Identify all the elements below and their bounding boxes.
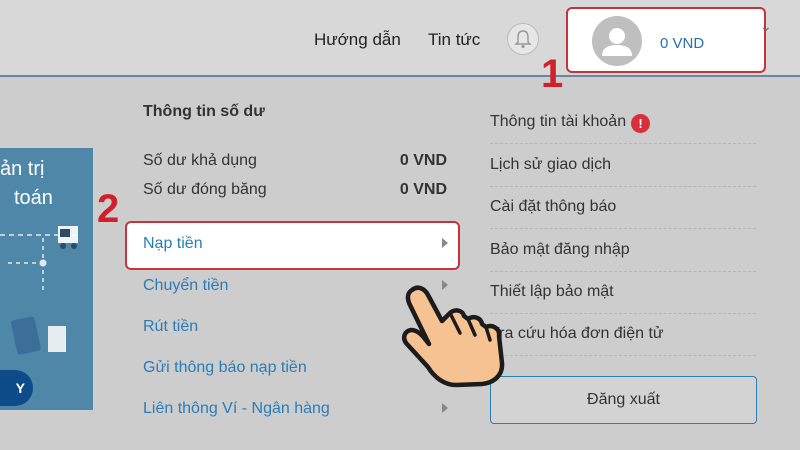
menu-item-label: Chuyển tiền bbox=[143, 277, 229, 294]
menu-item-wallet-bank-link[interactable]: Liên thông Ví - Ngân hàng bbox=[143, 400, 448, 418]
menu-item-label: Rút tiền bbox=[143, 318, 199, 335]
right-menu-label: Lịch sử giao dịch bbox=[490, 156, 611, 173]
top-bar: Hướng dẫn Tin tức 0 VND ⌄ bbox=[0, 0, 800, 77]
step-marker-2: 2 bbox=[97, 187, 120, 231]
warning-icon: ! bbox=[631, 114, 651, 133]
right-menu-account-info[interactable]: Thông tin tài khoản! bbox=[490, 102, 756, 144]
delivery-illustration-icon bbox=[0, 226, 80, 355]
right-menu-security-setup[interactable]: Thiết lập bảo mật bbox=[490, 272, 756, 314]
account-balance: 0 VND bbox=[660, 35, 705, 52]
right-menu-login-security[interactable]: Bảo mật đăng nhập bbox=[490, 230, 756, 272]
logout-button[interactable]: Đăng xuất bbox=[490, 376, 757, 424]
menu-item-label: Gửi thông báo nạp tiền bbox=[143, 359, 307, 376]
chevron-down-icon[interactable]: ⌄ bbox=[760, 18, 772, 35]
step-marker-1: 1 bbox=[541, 52, 564, 96]
promo-banner: ản trị toán Y bbox=[0, 148, 93, 410]
balance-info-title: Thông tin số dư bbox=[143, 103, 265, 120]
nav-link-guide[interactable]: Hướng dẫn bbox=[314, 30, 401, 50]
frozen-balance-row: Số dư đóng băng 0 VND bbox=[143, 181, 447, 199]
avatar-icon bbox=[592, 16, 642, 66]
right-menu-notification-settings[interactable]: Cài đặt thông báo bbox=[490, 187, 756, 229]
available-balance-label: Số dư khả dụng bbox=[143, 152, 257, 169]
banner-button[interactable]: Y bbox=[0, 370, 33, 406]
frozen-balance-label: Số dư đóng băng bbox=[143, 181, 267, 198]
nav-link-news[interactable]: Tin tức bbox=[428, 30, 480, 50]
banner-line-1: ản trị bbox=[0, 158, 45, 180]
right-menu-label: Thông tin tài khoản bbox=[490, 113, 627, 130]
account-button[interactable]: 0 VND bbox=[566, 7, 766, 73]
pointing-hand-icon bbox=[401, 285, 505, 388]
available-balance-value: 0 VND bbox=[399, 152, 447, 169]
chevron-right-icon bbox=[442, 403, 448, 413]
available-balance-row: Số dư khả dụng 0 VND bbox=[143, 152, 447, 170]
right-menu-e-invoice-lookup[interactable]: Tra cứu hóa đơn điện tử bbox=[490, 314, 756, 356]
right-menu-transaction-history[interactable]: Lịch sử giao dịch bbox=[490, 145, 756, 187]
right-menu-label: Bảo mật đăng nhập bbox=[490, 241, 630, 258]
menu-item-label: Nạp tiền bbox=[143, 235, 203, 252]
bell-icon[interactable] bbox=[507, 23, 539, 55]
menu-item-label: Liên thông Ví - Ngân hàng bbox=[143, 400, 330, 417]
menu-item-topup[interactable]: Nạp tiền bbox=[143, 235, 448, 253]
banner-line-2: toán bbox=[14, 187, 53, 209]
right-menu-label: Cài đặt thông báo bbox=[490, 198, 617, 215]
frozen-balance-value: 0 VND bbox=[399, 181, 447, 198]
chevron-right-icon bbox=[442, 238, 448, 248]
